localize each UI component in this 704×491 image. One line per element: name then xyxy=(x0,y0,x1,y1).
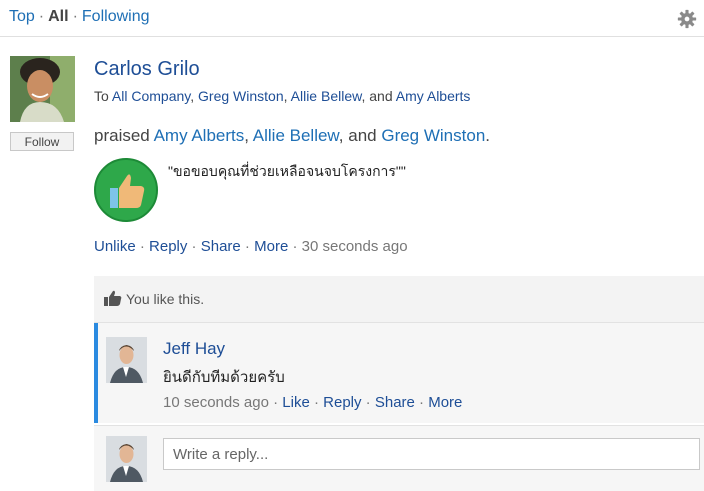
praised-prefix: praised xyxy=(94,126,150,145)
reply-accent-bar xyxy=(94,323,98,423)
reply-text: ยินดีกับทีมด้วยครับ xyxy=(163,369,285,386)
post-timestamp: 30 seconds ago xyxy=(301,238,408,255)
reply-item: Jeff Hay ยินดีกับทีมด้วยครับ 10 seconds … xyxy=(94,323,704,423)
reply-share-link[interactable]: Share xyxy=(375,394,415,411)
thumbs-up-badge-icon xyxy=(94,158,158,222)
praised-greg-winston[interactable]: Greg Winston xyxy=(381,126,485,145)
reply-input[interactable] xyxy=(163,438,700,470)
recipient-all-company[interactable]: All Company xyxy=(112,88,190,104)
likes-bar: You like this. xyxy=(94,276,704,323)
praised-amy-alberts[interactable]: Amy Alberts xyxy=(154,126,245,145)
praised-and: and xyxy=(348,126,377,145)
likes-text: You like this. xyxy=(126,291,205,307)
reply-author-avatar[interactable] xyxy=(106,337,147,383)
post-author-name[interactable]: Carlos Grilo xyxy=(94,58,200,81)
write-reply-area xyxy=(94,426,704,491)
post-actions: Unlike · Reply · Share · More · 30 secon… xyxy=(94,238,408,255)
post-recipients: To All Company, Greg Winston, Allie Bell… xyxy=(94,88,471,104)
tab-all[interactable]: All xyxy=(48,8,68,25)
tab-following[interactable]: Following xyxy=(82,8,150,25)
tab-top[interactable]: Top xyxy=(9,8,35,25)
current-user-avatar xyxy=(106,436,147,482)
more-link[interactable]: More xyxy=(254,238,288,255)
reply-reply-link[interactable]: Reply xyxy=(323,394,361,411)
recipient-amy-alberts[interactable]: Amy Alberts xyxy=(396,88,471,104)
nav-separator: · xyxy=(38,8,45,25)
follow-button[interactable]: Follow xyxy=(10,132,74,151)
reply-timestamp: 10 seconds ago xyxy=(163,394,269,411)
reply-author-name[interactable]: Jeff Hay xyxy=(163,339,225,359)
reply-link[interactable]: Reply xyxy=(149,238,187,255)
to-prefix: To xyxy=(94,88,109,104)
feed-filter-nav: Top · All · Following xyxy=(9,8,150,26)
reply-more-link[interactable]: More xyxy=(428,394,462,411)
reply-actions: 10 seconds ago · Like · Reply · Share · … xyxy=(163,394,463,411)
share-link[interactable]: Share xyxy=(201,238,241,255)
praise-message: "ขอขอบคุณที่ช่วยเหลือจนจบโครงการ"" xyxy=(168,163,406,179)
unlike-link[interactable]: Unlike xyxy=(94,238,136,255)
to-and: and xyxy=(369,88,393,104)
reply-like-link[interactable]: Like xyxy=(282,394,310,411)
author-avatar[interactable] xyxy=(10,56,75,122)
recipient-allie-bellew[interactable]: Allie Bellew xyxy=(291,88,362,104)
praised-allie-bellew[interactable]: Allie Bellew xyxy=(253,126,339,145)
thumbs-up-icon xyxy=(104,290,122,306)
header-divider xyxy=(0,36,704,37)
nav-separator: · xyxy=(72,8,78,25)
recipient-greg-winston[interactable]: Greg Winston xyxy=(198,88,284,104)
gear-icon[interactable] xyxy=(676,8,698,30)
praise-line: praised Amy Alberts, Allie Bellew, and G… xyxy=(94,126,491,145)
